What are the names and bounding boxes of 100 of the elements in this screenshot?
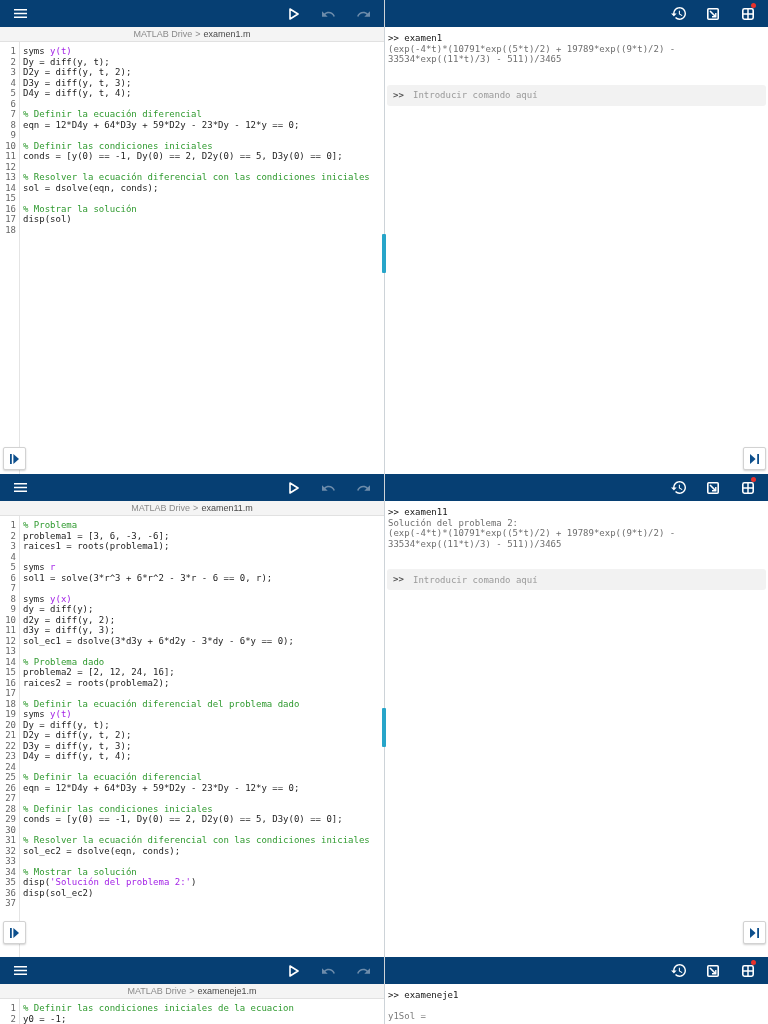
line-number: 9 [10,130,16,141]
code-comment: % Definir las condiciones iniciales [23,140,213,151]
code-line: sol = dsolve(eqn, conds); [23,182,159,193]
line-number: 35 [5,877,16,888]
code-line: problema1 = [3, 6, -3, -6]; [23,530,170,541]
line-number: 2 [10,56,16,67]
grid-icon [742,481,754,494]
code-comment: % Resolver la ecuación diferencial con las condiciones iniciales [23,172,370,183]
line-number: 17 [5,688,16,699]
line-number: 9 [10,604,16,615]
line-number: 14 [5,182,16,193]
code-line: D4y = diff(y, t, 4); [23,88,132,99]
breadcrumb-separator: > [195,28,201,40]
line-number: 34 [5,866,16,877]
line-number: 2 [10,1013,16,1024]
code-line: conds = [y(0) == -1, Dy(0) == 2, D2y(0) == 5, D3y(0) == 0]; [23,814,343,825]
panel-toggle-button[interactable] [3,921,26,944]
line-number: 7 [10,583,16,594]
play-icon [288,964,299,977]
code-line: disp(sol) [23,214,72,225]
code-line: eqn = 12*D4y + 64*D3y + 59*D2y - 23*Dy - 12*y == 0; [23,119,300,130]
square-arrow-icon [707,964,719,977]
bar-play-icon [10,453,19,464]
line-number: 36 [5,887,16,898]
line-number: 3 [10,67,16,78]
panel-toggle-button[interactable] [743,921,766,944]
line-number: 33 [5,856,16,867]
splitter-handle[interactable] [382,708,386,747]
line-number: 29 [5,814,16,825]
line-number: 18 [5,698,16,709]
play-icon [288,481,299,494]
line-number: 6 [10,98,16,109]
breadcrumb-link[interactable]: MATLAB Drive [131,502,191,514]
splitter-handle[interactable] [382,234,386,273]
code-line: D3y = diff(y, t, 3); [23,740,132,751]
line-number: 3 [10,541,16,552]
breadcrumb-link[interactable]: MATLAB Drive [133,28,193,40]
code-line: syms y(t) [23,46,72,57]
line-number: 22 [5,740,16,751]
line-number: 20 [5,719,16,730]
line-number: 8 [10,119,16,130]
output-text: Solución del problema 2: [387,517,519,528]
line-number: 18 [5,224,16,235]
panel-toggle-button[interactable] [3,447,26,470]
code-line: D2y = diff(y, t, 2); [23,67,132,78]
code-comment: % Mostrar la solución [23,203,137,214]
prompt-sign: >> [393,574,404,585]
code-comment: % Definir la ecuación diferencial [23,109,202,120]
square-arrow-icon [707,7,719,20]
redo-icon [357,10,370,17]
prompt-sign: >> [393,89,404,101]
code-comment: % Definir las condiciones iniciales [23,803,213,814]
breadcrumb-separator: > [189,985,195,997]
code-line: y0 = -1; [23,1013,67,1024]
line-number: 26 [5,782,16,793]
line-number: 4 [10,77,16,88]
line-number: 11 [5,151,16,162]
square-arrow-icon [707,481,719,494]
line-number: 13 [5,646,16,657]
menu-icon [14,9,27,18]
line-number: 16 [5,677,16,688]
code-line: D2y = diff(y, t, 2); [23,730,132,741]
menu-icon [14,966,27,975]
command-text: >> examen11 [387,507,448,518]
line-number: 10 [5,614,16,625]
code-line: disp('Solución del problema 2:') [23,877,197,888]
play-bar-icon [750,927,759,938]
line-number: 12 [5,635,16,646]
code-line: syms r [23,562,56,573]
output-text: (exp(-4*t)*(10791*exp((5*t)/2) + 19789*exp((9*t)/2) - 33534*exp((11*t)/3) - 511))/3465 [387,43,677,65]
file-name: examen11.m [201,502,253,514]
code-line: D4y = diff(y, t, 4); [23,751,132,762]
code-line: disp(sol_ec2) [23,887,94,898]
redo-icon [357,484,370,491]
file-name: exameneje1.m [197,985,257,997]
menu-icon [14,483,27,492]
code-comment: % Definir la ecuación diferencial del problema dado [23,698,300,709]
breadcrumb-link[interactable]: MATLAB Drive [127,985,187,997]
code-line: Dy = diff(y, t); [23,56,110,67]
output-text: (exp(-4*t)*(10791*exp((5*t)/2) + 19789*exp((9*t)/2) - 33534*exp((11*t)/3) - 511))/3465 [387,528,677,549]
redo-icon [357,967,370,974]
code-comment: % Definir las condiciones iniciales de la ecuacion [23,1003,294,1014]
bar-play-icon [10,927,19,938]
code-line: dy = diff(y); [23,604,94,615]
code-line: sol_ec2 = dsolve(eqn, conds); [23,845,181,856]
line-number: 21 [5,730,16,741]
play-icon [288,7,299,20]
history-icon [670,481,686,494]
undo-icon [322,967,335,974]
output-text: y1Sol = [387,1011,426,1022]
code-line: syms y(x) [23,593,72,604]
line-number: 6 [10,572,16,583]
code-line: d2y = diff(y, 2); [23,614,116,625]
line-number: 2 [10,530,16,541]
code-comment: % Problema [23,520,78,531]
panel-toggle-button[interactable] [743,447,766,470]
line-number: 5 [10,562,16,573]
code-comment: % Mostrar la solución [23,866,137,877]
line-number: 23 [5,751,16,762]
file-name: examen1.m [203,28,251,40]
